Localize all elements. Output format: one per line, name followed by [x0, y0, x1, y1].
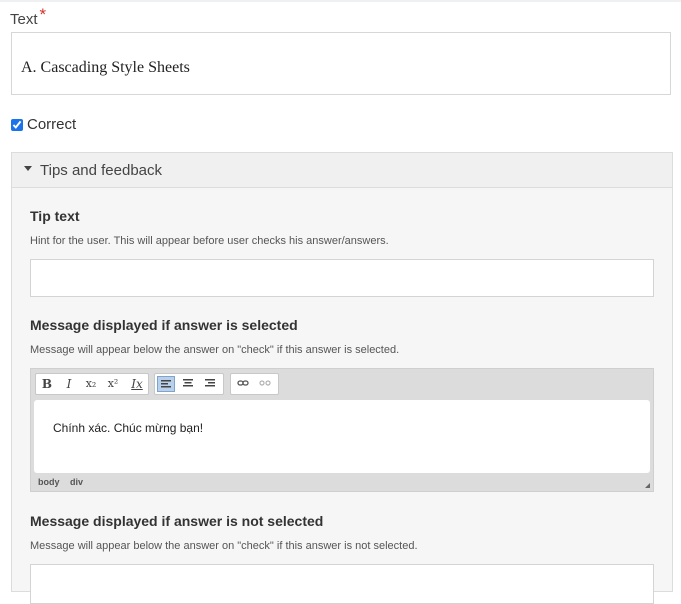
caret-down-icon	[24, 166, 32, 171]
align-center-button[interactable]	[179, 376, 197, 392]
alignment-toolbar-group	[154, 373, 224, 395]
subscript-button[interactable]: x₂	[82, 376, 100, 392]
align-right-button[interactable]	[201, 376, 219, 392]
selected-message-description: Message will appear below the answer on …	[30, 344, 400, 356]
editor-content-text: Chính xác. Chúc mừng bạn!	[53, 421, 204, 435]
superscript-button[interactable]: x²	[104, 376, 122, 392]
editor-content-area[interactable]: Chính xác. Chúc mừng bạn!	[34, 400, 650, 473]
align-right-icon	[205, 379, 215, 387]
italic-button[interactable]: I	[60, 376, 78, 392]
selected-message-editor: B I x₂ x² Ix Chính xác. Chúc mừng bạn! b…	[30, 368, 654, 492]
resize-handle[interactable]	[645, 483, 650, 488]
unlink-icon	[259, 380, 271, 386]
bold-button[interactable]: B	[38, 376, 56, 392]
not-selected-message-input[interactable]	[30, 564, 654, 604]
formatting-toolbar-group: B I x₂ x² Ix	[35, 373, 149, 395]
correct-checkbox-row[interactable]: Correct	[10, 116, 76, 133]
tips-feedback-header[interactable]: Tips and feedback	[12, 153, 672, 188]
tips-feedback-panel: Tips and feedback Tip text Hint for the …	[11, 152, 673, 604]
text-field-label: Text *	[10, 5, 46, 29]
link-toolbar-group	[230, 373, 279, 395]
align-left-button[interactable]	[157, 376, 175, 392]
correct-label: Correct	[27, 116, 77, 133]
tip-text-label: Tip text	[30, 208, 80, 224]
text-input-value: A. Cascading Style Sheets	[21, 59, 190, 76]
selected-message-label: Message displayed if answer is selected	[30, 317, 298, 333]
required-mark: *	[39, 5, 47, 24]
path-div[interactable]: div	[70, 477, 83, 487]
unlink-button[interactable]	[256, 376, 274, 392]
tip-text-input[interactable]	[30, 259, 654, 297]
link-icon	[237, 380, 249, 386]
align-center-icon	[183, 379, 193, 387]
tip-text-description: Hint for the user. This will appear befo…	[30, 235, 389, 247]
tips-feedback-title: Tips and feedback	[40, 162, 163, 179]
text-label: Text	[10, 11, 38, 28]
not-selected-message-label: Message displayed if answer is not selec…	[30, 513, 324, 529]
path-body[interactable]: body	[38, 477, 60, 487]
top-divider	[0, 0, 681, 2]
text-input[interactable]: A. Cascading Style Sheets	[11, 32, 671, 95]
correct-checkbox[interactable]	[11, 118, 23, 131]
not-selected-message-description: Message will appear below the answer on …	[30, 540, 418, 552]
link-button[interactable]	[234, 376, 252, 392]
align-left-icon	[161, 380, 171, 388]
remove-format-button[interactable]: Ix	[128, 376, 146, 392]
